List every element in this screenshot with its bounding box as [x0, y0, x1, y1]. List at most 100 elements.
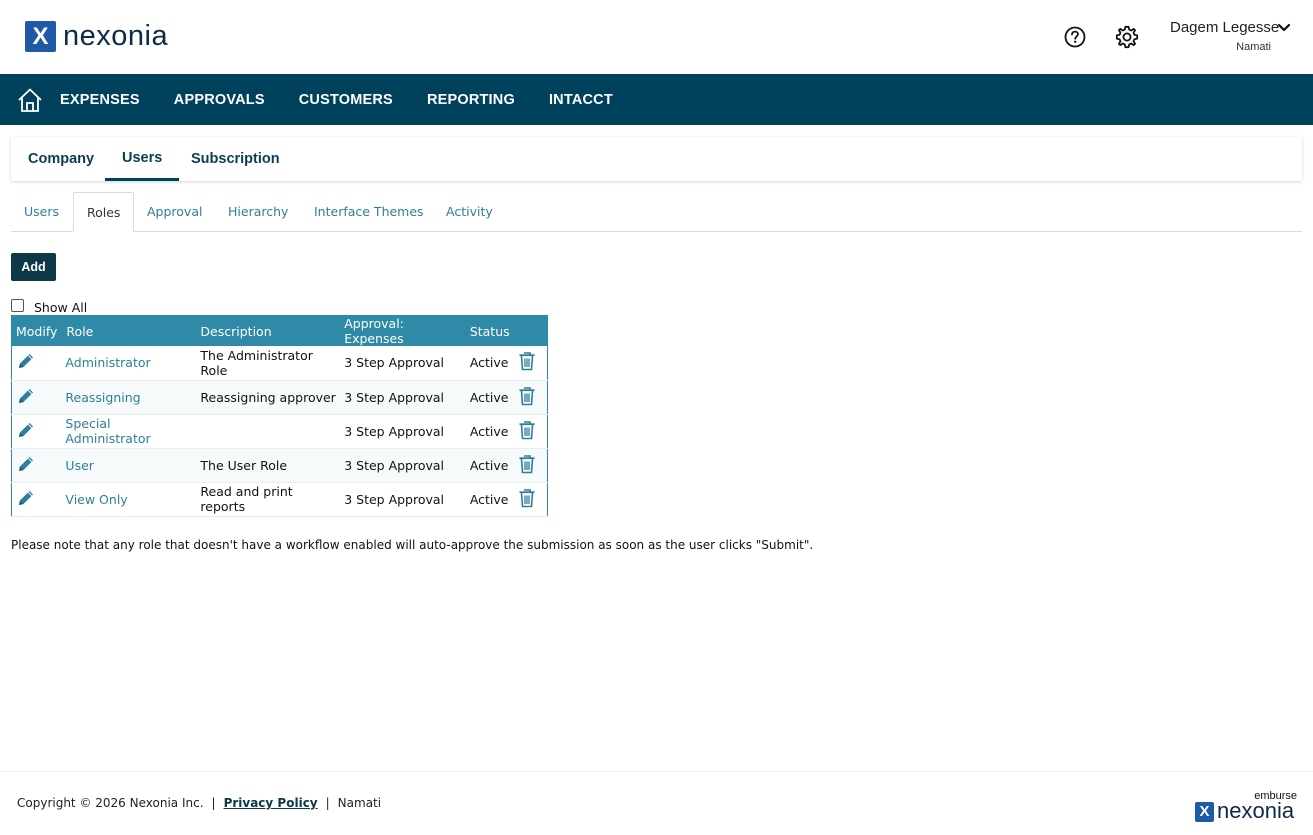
- role-link[interactable]: Administrator: [65, 355, 150, 370]
- pencil-icon[interactable]: [16, 386, 36, 406]
- settings-tabs: Company Users Subscription: [11, 137, 1302, 181]
- table-row: Administrator The Administrator Role 3 S…: [11, 346, 548, 381]
- help-icon[interactable]: [1064, 26, 1086, 48]
- main-nav: EXPENSES APPROVALS CUSTOMERS REPORTING I…: [0, 74, 1313, 125]
- privacy-policy-link[interactable]: Privacy Policy: [224, 796, 318, 810]
- role-cell: User: [61, 448, 197, 483]
- trash-icon[interactable]: [518, 386, 536, 406]
- trash-icon[interactable]: [518, 351, 536, 371]
- approval-cell: 3 Step Approval: [340, 414, 466, 449]
- table-row: User The User Role 3 Step Approval Activ…: [11, 448, 548, 483]
- home-icon[interactable]: [16, 86, 44, 114]
- status-cell: Active: [465, 346, 514, 381]
- role-cell: Special Administrator: [61, 414, 197, 449]
- subtab-roles[interactable]: Roles: [73, 192, 135, 232]
- copyright-text: Copyright © 2026 Nexonia Inc.: [17, 796, 204, 810]
- delete-cell: [513, 414, 548, 449]
- modify-cell: [11, 482, 62, 517]
- nexonia-logo[interactable]: X nexonia: [25, 21, 168, 52]
- tab-users[interactable]: Users: [105, 137, 180, 181]
- subtab-activity[interactable]: Activity: [433, 192, 506, 232]
- column-header-modify: Modify: [11, 315, 62, 346]
- description-cell: Read and print reports: [196, 482, 341, 517]
- table-row: View Only Read and print reports 3 Step …: [11, 482, 548, 517]
- trash-icon[interactable]: [518, 420, 536, 440]
- table-header-row: Modify Role Description Approval: Expens…: [11, 315, 548, 346]
- nav-customers[interactable]: CUSTOMERS: [299, 92, 393, 108]
- app-header: X nexonia Dagem Legesse Namati: [0, 0, 1313, 74]
- trash-icon[interactable]: [518, 488, 536, 508]
- gear-icon[interactable]: [1115, 25, 1139, 49]
- user-menu-name[interactable]: Dagem Legesse: [1170, 19, 1279, 36]
- subtab-users[interactable]: Users: [11, 192, 72, 232]
- users-subtabs: Users Roles Approval Hierarchy Interface…: [11, 192, 1302, 232]
- tab-subscription[interactable]: Subscription: [174, 137, 297, 181]
- footer-separator: |: [211, 796, 216, 810]
- show-all-toggle[interactable]: Show All: [11, 298, 88, 315]
- workflow-note: Please note that any role that doesn't h…: [11, 538, 814, 552]
- table-row: Special Administrator 3 Step Approval Ac…: [11, 414, 548, 449]
- modify-cell: [11, 414, 62, 449]
- tab-company[interactable]: Company: [11, 137, 111, 181]
- role-cell: View Only: [61, 482, 197, 517]
- column-header-approval: Approval: Expenses: [340, 315, 466, 346]
- description-cell: [196, 414, 341, 449]
- pencil-icon[interactable]: [16, 351, 36, 371]
- subtab-approval[interactable]: Approval: [134, 192, 215, 232]
- footer-org: Namati: [337, 796, 382, 810]
- column-header-delete: [513, 315, 548, 346]
- pencil-icon[interactable]: [16, 420, 36, 440]
- column-header-role: Role: [61, 315, 197, 346]
- add-role-button[interactable]: Add: [11, 253, 56, 281]
- role-link[interactable]: User: [65, 458, 94, 473]
- description-cell: Reassigning approver: [196, 380, 341, 415]
- nav-expenses[interactable]: EXPENSES: [60, 92, 140, 108]
- approval-cell: 3 Step Approval: [340, 448, 466, 483]
- subtab-interface-themes[interactable]: Interface Themes: [301, 192, 437, 232]
- pencil-icon[interactable]: [16, 488, 36, 508]
- delete-cell: [513, 380, 548, 415]
- table-row: Reassigning Reassigning approver 3 Step …: [11, 380, 548, 415]
- delete-cell: [513, 482, 548, 517]
- role-link[interactable]: View Only: [65, 492, 127, 507]
- modify-cell: [11, 380, 62, 415]
- logo-x-icon: X: [25, 21, 56, 52]
- trash-icon[interactable]: [518, 454, 536, 474]
- role-cell: Administrator: [61, 346, 197, 381]
- description-cell: The User Role: [196, 448, 341, 483]
- status-cell: Active: [465, 482, 514, 517]
- page-footer: Copyright © 2026 Nexonia Inc. | Privacy Po…: [0, 771, 1313, 835]
- nexonia-wordmark: nexonia: [1217, 798, 1295, 823]
- nav-reporting[interactable]: REPORTING: [427, 92, 515, 108]
- role-cell: Reassigning: [61, 380, 197, 415]
- show-all-checkbox[interactable]: [11, 299, 24, 312]
- status-cell: Active: [465, 448, 514, 483]
- column-header-description: Description: [196, 315, 341, 346]
- delete-cell: [513, 448, 548, 483]
- subtab-hierarchy[interactable]: Hierarchy: [215, 192, 301, 232]
- footer-separator: |: [325, 796, 330, 810]
- role-link[interactable]: Reassigning: [65, 390, 140, 405]
- footer-text: Copyright © 2026 Nexonia Inc. | Privacy Po…: [17, 796, 381, 810]
- delete-cell: [513, 346, 548, 381]
- logo-text: nexonia: [63, 20, 169, 52]
- approval-cell: 3 Step Approval: [340, 346, 466, 381]
- logo-x-icon: X: [1195, 802, 1214, 822]
- status-cell: Active: [465, 414, 514, 449]
- nav-intacct[interactable]: INTACCT: [549, 92, 613, 108]
- roles-table: Modify Role Description Approval: Expens…: [11, 315, 548, 517]
- description-cell: The Administrator Role: [196, 346, 341, 381]
- user-org: Namati: [1236, 41, 1271, 53]
- pencil-icon[interactable]: [16, 454, 36, 474]
- column-header-status: Status: [465, 315, 514, 346]
- nav-approvals[interactable]: APPROVALS: [174, 92, 265, 108]
- role-link[interactable]: Special Administrator: [65, 416, 150, 446]
- emburse-nexonia-logo: emburse X nexonia: [1195, 790, 1297, 826]
- modify-cell: [11, 346, 62, 381]
- show-all-label: Show All: [34, 300, 88, 315]
- modify-cell: [11, 448, 62, 483]
- chevron-down-icon[interactable]: [1277, 23, 1291, 33]
- status-cell: Active: [465, 380, 514, 415]
- approval-cell: 3 Step Approval: [340, 482, 466, 517]
- approval-cell: 3 Step Approval: [340, 380, 466, 415]
